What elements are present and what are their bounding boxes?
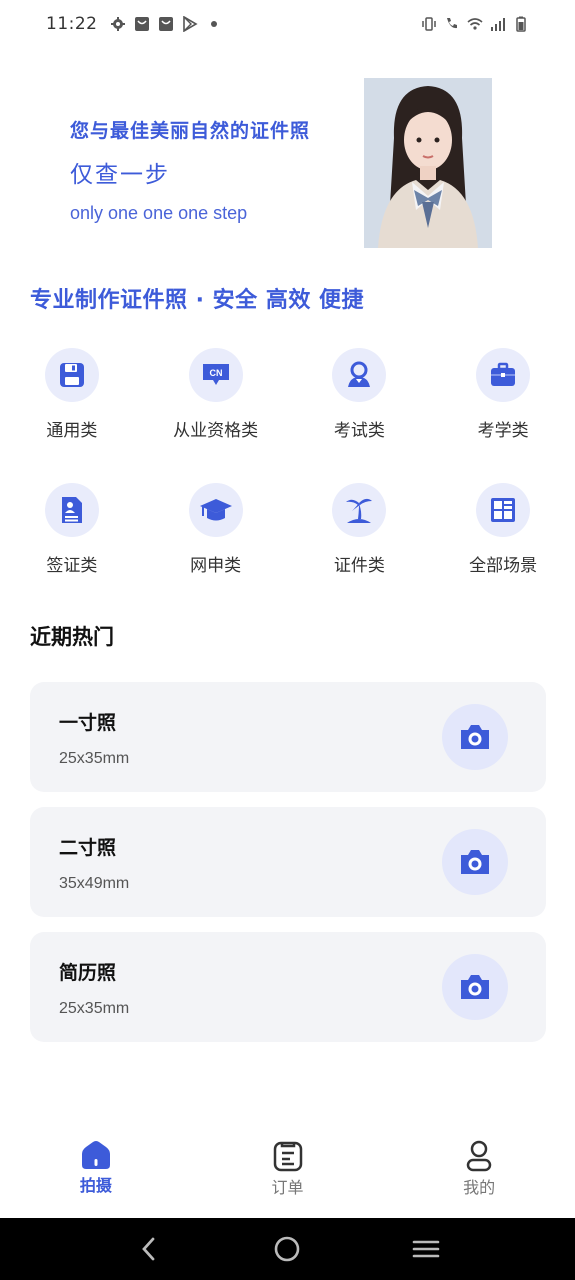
battery-icon — [516, 16, 526, 32]
banner-text: 您与最佳美丽自然的证件照 仅查一步 only one one one step — [70, 116, 310, 224]
category-label: 考试类 — [333, 421, 385, 441]
category-id[interactable]: 证件类 — [288, 483, 432, 618]
back-button[interactable] — [129, 1229, 169, 1269]
banner-title: 您与最佳美丽自然的证件照 — [70, 120, 311, 142]
camera-icon — [461, 975, 489, 999]
document-person-icon — [44, 483, 99, 537]
status-bar: 11:22 — [0, 0, 575, 48]
home-icon — [81, 1141, 110, 1169]
back-chevron-icon — [142, 1237, 155, 1261]
home-button[interactable] — [267, 1229, 307, 1269]
menu-lines-icon — [412, 1240, 440, 1258]
status-time: 11:22 — [46, 14, 98, 34]
category-label: 签证类 — [46, 556, 98, 576]
camera-icon — [461, 850, 489, 874]
home-circle-icon — [275, 1236, 300, 1262]
recents-button[interactable] — [406, 1229, 446, 1269]
camera-icon — [461, 725, 489, 749]
camera-button[interactable] — [442, 954, 508, 1020]
banner-subtitle: 仅查一步 — [70, 162, 170, 188]
category-label: 证件类 — [333, 556, 385, 576]
bottom-tab-bar: 拍摄 订单 我的 — [0, 1140, 575, 1218]
shopping-bag-icon — [134, 17, 149, 31]
recent-item-name: 简历照 — [59, 962, 117, 984]
category-label: 从业资格类 — [173, 421, 259, 441]
tab-label: 拍摄 — [79, 1176, 112, 1195]
notification-icons — [110, 16, 222, 32]
category-label: 通用类 — [46, 421, 98, 441]
svg-text:CN: CN — [209, 368, 222, 378]
orders-icon — [273, 1141, 302, 1172]
camera-button[interactable] — [442, 829, 508, 895]
vibrate-icon — [422, 17, 436, 31]
category-general[interactable]: 通用类 — [0, 348, 144, 483]
hero-banner[interactable]: 您与最佳美丽自然的证件照 仅查一步 only one one one step — [30, 78, 545, 250]
tab-orders[interactable]: 订单 — [192, 1140, 384, 1218]
signal-icon — [491, 18, 505, 31]
recent-item-name: 一寸照 — [59, 712, 117, 734]
category-exam[interactable]: 考试类 — [288, 348, 432, 483]
system-nav-bar — [0, 1218, 575, 1280]
floppy-disk-icon — [44, 348, 99, 402]
tab-label: 我的 — [463, 1178, 496, 1197]
cn-badge-icon: CN — [188, 348, 243, 402]
briefcase-icon — [476, 348, 531, 402]
recent-list: 一寸照 25x35mm 二寸照 35x49mm 简历照 25x35mm — [30, 682, 546, 1057]
grid-layout-icon — [476, 483, 531, 537]
recent-item-size: 35x49mm — [59, 875, 130, 892]
system-icons — [421, 16, 529, 32]
palm-tree-icon — [332, 483, 387, 537]
category-label: 网申类 — [190, 556, 242, 576]
category-grid: 通用类 CN 从业资格类 考试类 考学类 签证类 网申类 证件类 全部场景 — [0, 348, 575, 618]
camera-button[interactable] — [442, 704, 508, 770]
recent-item[interactable]: 简历照 25x35mm — [30, 932, 546, 1042]
play-store-icon — [182, 16, 198, 32]
recent-item-size: 25x35mm — [59, 750, 130, 767]
category-row: 通用类 CN 从业资格类 考试类 考学类 — [0, 348, 575, 483]
settings-icon — [110, 17, 125, 31]
recent-section-title: 近期热门 — [30, 625, 114, 649]
recent-item-size: 25x35mm — [59, 1000, 130, 1017]
slogan-text: 专业制作证件照 · 安全 高效 便捷 — [30, 288, 364, 313]
portrait-illustration — [364, 78, 492, 248]
category-visa[interactable]: 签证类 — [0, 483, 144, 618]
dot-icon — [210, 21, 217, 27]
recent-item-name: 二寸照 — [59, 837, 117, 859]
recent-item[interactable]: 一寸照 25x35mm — [30, 682, 546, 792]
wifi-call-icon — [447, 18, 457, 29]
category-all[interactable]: 全部场景 — [431, 483, 575, 618]
wifi-icon — [467, 18, 483, 30]
recent-item[interactable]: 二寸照 35x49mm — [30, 807, 546, 917]
graduation-cap-icon — [188, 483, 243, 537]
tab-label: 订单 — [271, 1178, 304, 1197]
banner-english: only one one one step — [70, 203, 248, 223]
category-label: 全部场景 — [469, 556, 538, 576]
category-row: 签证类 网申类 证件类 全部场景 — [0, 483, 575, 618]
tab-shoot[interactable]: 拍摄 — [0, 1140, 192, 1218]
category-label: 考学类 — [477, 421, 529, 441]
portrait-photo — [364, 78, 492, 248]
category-school[interactable]: 考学类 — [431, 348, 575, 483]
category-qualification[interactable]: CN 从业资格类 — [144, 348, 288, 483]
person-pin-icon — [332, 348, 387, 402]
tab-mine[interactable]: 我的 — [383, 1140, 575, 1218]
category-online[interactable]: 网申类 — [144, 483, 288, 618]
shopping-bag-icon — [158, 17, 173, 31]
profile-icon — [466, 1140, 492, 1172]
